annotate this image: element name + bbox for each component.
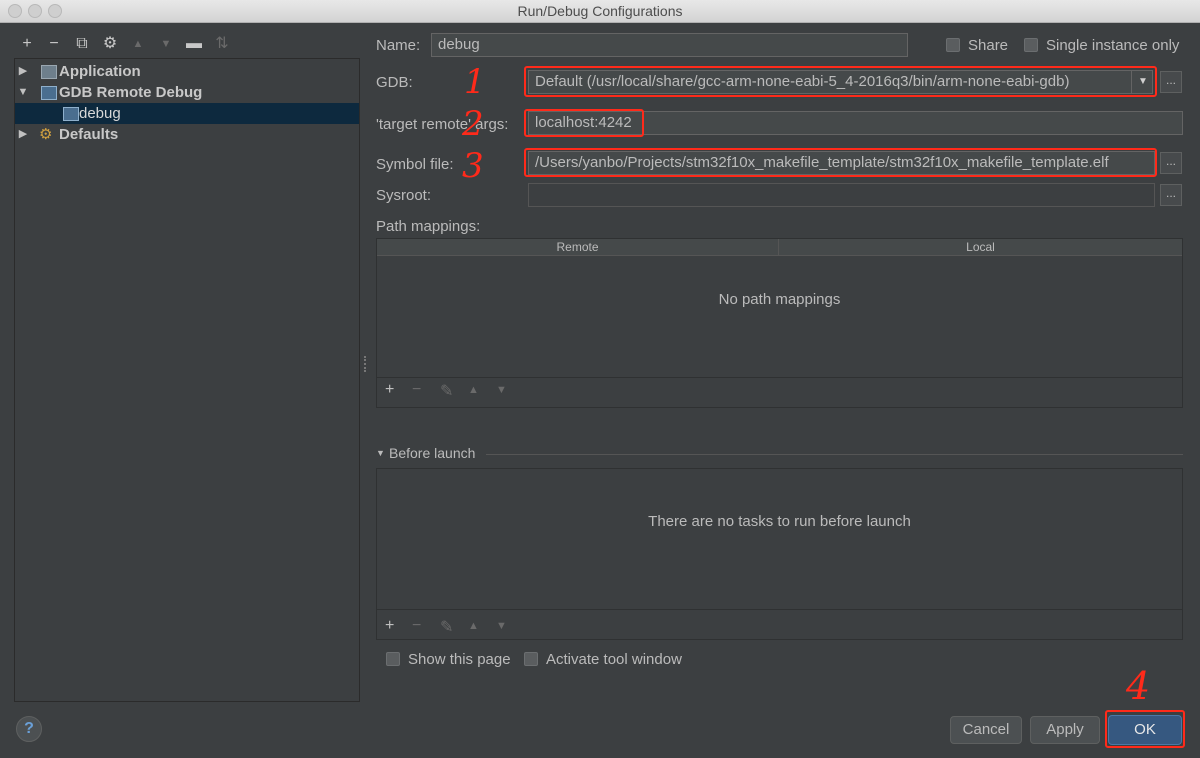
add-icon[interactable]: + bbox=[17, 34, 37, 54]
name-label: Name: bbox=[376, 37, 421, 54]
add-mapping-icon[interactable]: + bbox=[385, 381, 394, 399]
window-title: Run/Debug Configurations bbox=[517, 3, 683, 19]
tree-item-debug[interactable]: debug bbox=[15, 103, 359, 124]
path-mappings-table: Remote Local No path mappings + − ✎ ▲ ▼ bbox=[376, 238, 1183, 408]
move-down-task-icon[interactable]: ▼ bbox=[496, 620, 507, 632]
move-down-icon[interactable]: ▼ bbox=[156, 34, 176, 54]
single-instance-label: Single instance only bbox=[1046, 37, 1180, 54]
expand-arrow-icon[interactable]: ▶ bbox=[17, 124, 29, 145]
remove-task-icon[interactable]: − bbox=[412, 617, 421, 635]
debug-config-icon bbox=[63, 107, 79, 121]
tree-item-gdb-remote-debug[interactable]: ▼ GDB Remote Debug bbox=[15, 82, 359, 103]
wrench-icon: ⚙ bbox=[39, 126, 53, 143]
activate-tool-window-label: Activate tool window bbox=[546, 651, 682, 668]
before-launch-label: Before launch bbox=[389, 445, 476, 461]
apply-button[interactable]: Apply bbox=[1030, 716, 1100, 744]
tree-item-label: Application bbox=[59, 63, 141, 80]
application-icon bbox=[41, 65, 57, 79]
configurations-tree: ▶ Application ▼ GDB Remote Debug debug ▶… bbox=[14, 58, 360, 702]
annotation-box-symbol bbox=[524, 148, 1157, 177]
symbol-browse-button[interactable]: ... bbox=[1160, 152, 1182, 174]
tree-item-label: Defaults bbox=[59, 126, 119, 143]
before-launch-collapse-icon[interactable]: ▼ bbox=[376, 448, 385, 458]
sysroot-browse-button[interactable]: ... bbox=[1160, 184, 1182, 206]
annotation-box-ok bbox=[1105, 710, 1185, 748]
window-title-bar: Run/Debug Configurations bbox=[0, 0, 1200, 23]
wrench-icon[interactable]: ⚙ bbox=[100, 34, 120, 54]
name-input[interactable]: debug bbox=[431, 33, 908, 57]
gdb-browse-button[interactable]: ... bbox=[1160, 71, 1182, 93]
add-task-icon[interactable]: + bbox=[385, 617, 394, 635]
show-this-page-checkbox[interactable] bbox=[386, 652, 400, 666]
edit-task-icon[interactable]: ✎ bbox=[440, 617, 453, 637]
tree-item-application[interactable]: ▶ Application bbox=[15, 61, 359, 82]
gdb-label: GDB: bbox=[376, 74, 413, 91]
cancel-button[interactable]: Cancel bbox=[950, 716, 1022, 744]
share-label: Share bbox=[968, 37, 1009, 54]
column-header-local[interactable]: Local bbox=[779, 239, 1182, 256]
annotation-number-1: 1 bbox=[464, 62, 486, 102]
before-launch-tasks-list: There are no tasks to run before launch … bbox=[376, 468, 1183, 640]
copy-icon[interactable]: ⧉ bbox=[72, 34, 92, 54]
help-button[interactable]: ? bbox=[16, 716, 42, 742]
sysroot-label: Sysroot: bbox=[376, 187, 432, 204]
before-launch-separator bbox=[486, 454, 1183, 455]
column-header-remote[interactable]: Remote bbox=[377, 239, 779, 256]
annotation-box-target bbox=[524, 109, 644, 137]
show-this-page-label: Show this page bbox=[408, 651, 511, 668]
folder-icon[interactable]: ▬ bbox=[184, 34, 204, 54]
tree-item-label: GDB Remote Debug bbox=[59, 84, 203, 101]
tree-item-label: debug bbox=[79, 105, 121, 122]
activate-tool-window-checkbox[interactable] bbox=[524, 652, 538, 666]
annotation-number-2: 2 bbox=[462, 104, 484, 144]
sysroot-input[interactable] bbox=[528, 183, 1155, 207]
annotation-number-4: 4 bbox=[1126, 664, 1151, 708]
panel-splitter[interactable] bbox=[364, 356, 370, 372]
empty-mappings-text: No path mappings bbox=[718, 291, 841, 308]
move-up-mapping-icon[interactable]: ▲ bbox=[468, 384, 479, 396]
remove-mapping-icon[interactable]: − bbox=[412, 381, 421, 399]
remove-icon[interactable]: − bbox=[44, 34, 64, 54]
annotation-number-3: 3 bbox=[462, 146, 484, 186]
move-up-icon[interactable]: ▲ bbox=[128, 34, 148, 54]
gdb-remote-icon bbox=[41, 86, 57, 100]
collapse-arrow-icon[interactable]: ▼ bbox=[17, 82, 29, 103]
expand-arrow-icon[interactable]: ▶ bbox=[17, 61, 29, 82]
annotation-box-gdb bbox=[524, 66, 1157, 97]
no-tasks-text: There are no tasks to run before launch bbox=[648, 513, 911, 530]
move-down-mapping-icon[interactable]: ▼ bbox=[496, 384, 507, 396]
symbol-file-label: Symbol file: bbox=[376, 156, 454, 173]
move-up-task-icon[interactable]: ▲ bbox=[468, 620, 479, 632]
edit-mapping-icon[interactable]: ✎ bbox=[440, 381, 453, 401]
sort-icon[interactable]: ⇅ bbox=[212, 34, 232, 54]
single-instance-checkbox[interactable] bbox=[1024, 38, 1038, 52]
path-mappings-label: Path mappings: bbox=[376, 218, 481, 235]
share-checkbox[interactable] bbox=[946, 38, 960, 52]
target-remote-label: 'target remote' args: bbox=[376, 116, 509, 133]
tree-item-defaults[interactable]: ▶ ⚙ Defaults bbox=[15, 124, 359, 145]
